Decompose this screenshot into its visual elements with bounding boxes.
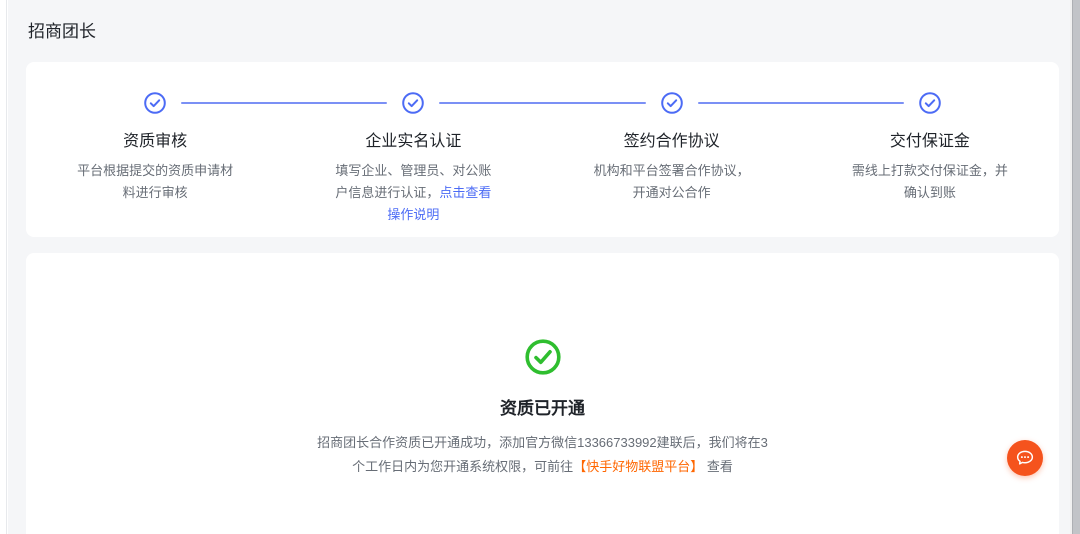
result-title: 资质已开通 bbox=[500, 399, 585, 418]
chat-bubble-icon bbox=[1014, 447, 1036, 469]
check-circle-icon bbox=[402, 92, 425, 114]
result-description: 招商团长合作资质已开通成功，添加官方微信13366733992建联后，我们将在3… bbox=[317, 431, 769, 479]
union-platform-link[interactable]: 【快手好物联盟平台】 bbox=[573, 459, 703, 474]
onboarding-stepper-card: 资质审核 平台根据提交的资质申请材料进行审核 企业实名认证 填写企业、管理员、对… bbox=[26, 62, 1059, 237]
step-qualification-review: 资质审核 平台根据提交的资质申请材料进行审核 bbox=[26, 92, 284, 226]
step-description: 机构和平台签署合作协议，开通对公合作 bbox=[593, 163, 750, 200]
check-circle-icon bbox=[144, 92, 167, 114]
step-title: 企业实名认证 bbox=[365, 133, 462, 150]
success-check-icon bbox=[524, 338, 562, 381]
sidebar-edge bbox=[0, 0, 7, 534]
check-circle-icon bbox=[660, 92, 683, 114]
customer-service-button[interactable] bbox=[1007, 440, 1043, 476]
main-content: 招商团长 资质审核 平台根据提交的资质申请材料进行审核 企业实名认证 填写企业、… bbox=[8, 0, 1070, 534]
qualification-result-card: 资质已开通 招商团长合作资质已开通成功，添加官方微信13366733992建联后… bbox=[26, 253, 1059, 534]
step-title: 交付保证金 bbox=[889, 133, 970, 150]
check-circle-icon bbox=[918, 92, 941, 114]
step-pay-deposit: 交付保证金 需线上打款交付保证金，并确认到账 bbox=[801, 92, 1059, 226]
step-description: 需线上打款交付保证金，并确认到账 bbox=[851, 163, 1008, 200]
step-title: 资质审核 bbox=[123, 133, 188, 150]
step-title: 签约合作协议 bbox=[623, 133, 720, 150]
scrollbar-thumb[interactable] bbox=[1072, 0, 1080, 534]
page-title: 招商团长 bbox=[28, 22, 96, 41]
step-sign-agreement: 签约合作协议 机构和平台签署合作协议，开通对公合作 bbox=[543, 92, 801, 226]
vertical-scrollbar[interactable] bbox=[1070, 0, 1080, 534]
result-description-suffix: 查看 bbox=[703, 459, 733, 474]
step-description: 填写企业、管理员、对公账户信息进行认证，点击查看操作说明 bbox=[330, 160, 496, 226]
step-description: 平台根据提交的资质申请材料进行审核 bbox=[77, 163, 234, 200]
step-enterprise-verification: 企业实名认证 填写企业、管理员、对公账户信息进行认证，点击查看操作说明 bbox=[284, 92, 542, 226]
